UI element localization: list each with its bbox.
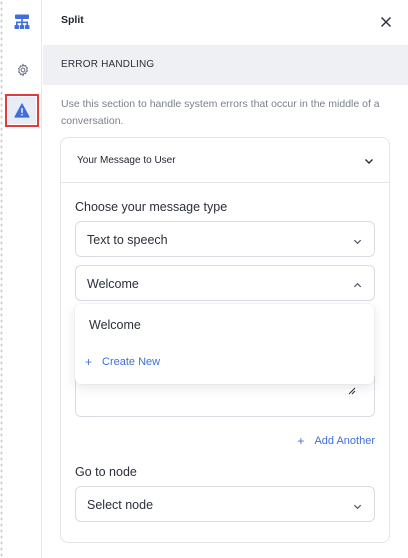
section-title: ERROR HANDLING	[61, 59, 155, 70]
chevron-up-icon	[352, 278, 363, 289]
message-type-label: Choose your message type	[75, 200, 228, 214]
message-value: Welcome	[87, 277, 139, 291]
warning-icon[interactable]	[5, 94, 39, 127]
create-new-button[interactable]: + Create New	[85, 355, 160, 369]
dropdown-option-welcome[interactable]: Welcome	[89, 318, 141, 332]
chevron-down-icon	[352, 234, 363, 245]
plus-icon: +	[297, 434, 305, 448]
side-rail	[3, 0, 42, 558]
plus-icon: +	[85, 355, 93, 369]
panel-header: Split	[43, 0, 408, 45]
chevron-down-icon[interactable]	[363, 154, 375, 166]
message-dropdown-menu: Welcome + Create New	[75, 304, 374, 384]
close-icon[interactable]	[378, 14, 394, 30]
flow-icon[interactable]	[11, 11, 33, 33]
section-description: Use this section to handle system errors…	[61, 98, 380, 127]
add-another-button[interactable]: + Add Another	[297, 434, 375, 448]
message-card-header[interactable]: Your Message to User	[61, 138, 389, 183]
warning-icon-bg	[8, 97, 36, 124]
chevron-down-icon	[352, 499, 363, 510]
split-panel: Split ERROR HANDLING Use this section to…	[43, 0, 408, 558]
go-to-node-value: Select node	[87, 498, 154, 512]
go-to-node-label: Go to node	[75, 465, 137, 479]
message-select[interactable]: Welcome	[75, 265, 375, 301]
panel-title: Split	[61, 14, 84, 26]
message-type-value: Text to speech	[87, 233, 168, 247]
section-header: ERROR HANDLING	[43, 45, 408, 85]
add-another-label: Add Another	[314, 435, 375, 447]
go-to-node-select[interactable]: Select node	[75, 486, 375, 522]
gear-icon[interactable]	[12, 59, 34, 81]
create-new-label: Create New	[102, 356, 161, 368]
message-card-title: Your Message to User	[77, 155, 176, 166]
message-type-select[interactable]: Text to speech	[75, 221, 375, 257]
